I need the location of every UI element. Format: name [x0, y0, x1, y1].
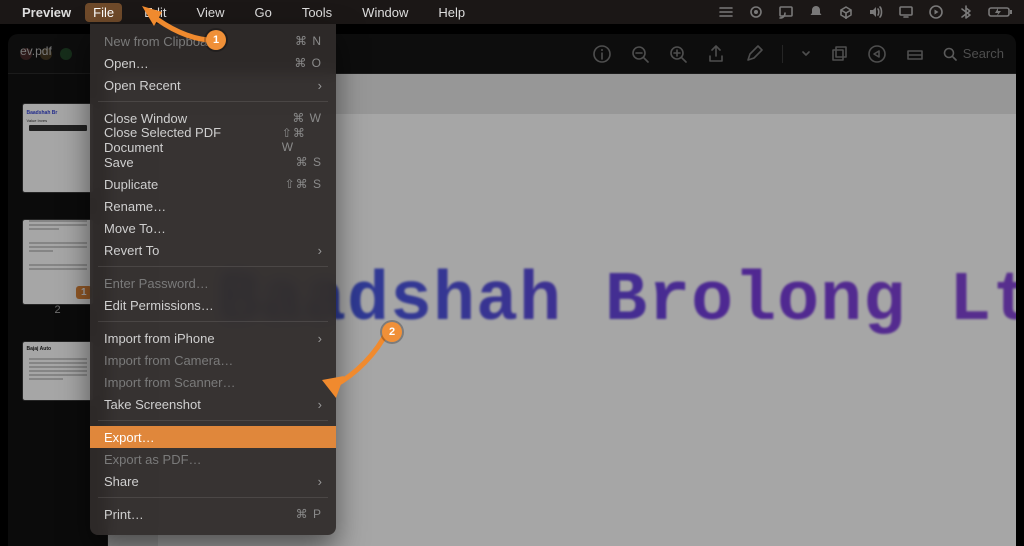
box-icon[interactable]	[838, 5, 854, 19]
menu-go[interactable]: Go	[246, 3, 279, 22]
menu-file[interactable]: File	[85, 3, 122, 22]
notification-icon[interactable]	[808, 5, 824, 19]
menu-item-label: Import from iPhone	[104, 331, 215, 346]
menu-item-label: Save	[104, 155, 134, 170]
search-field[interactable]: Search	[943, 46, 1004, 61]
display-icon[interactable]	[898, 5, 914, 19]
menu-item-move-to[interactable]: Move To…	[90, 217, 336, 239]
menu-separator	[98, 420, 328, 421]
thumb-group-1[interactable]: Baadshah Br Value Inves	[23, 104, 93, 192]
menu-item-import-from-scanner: Import from Scanner…	[90, 371, 336, 393]
annotation-marker-2: 2	[382, 322, 402, 342]
search-icon	[943, 47, 957, 61]
menu-shortcut: ⇧⌘ W	[282, 126, 322, 154]
menu-shortcut: ⌘ N	[295, 34, 322, 48]
menu-item-rename[interactable]: Rename…	[90, 195, 336, 217]
file-menu-dropdown: New from Clipboard⌘ NOpen…⌘ OOpen Recent…	[90, 24, 336, 535]
annotation-marker-1: 1	[206, 30, 226, 50]
menu-item-label: Import from Scanner…	[104, 375, 236, 390]
chevron-right-icon: ›	[318, 243, 322, 258]
menu-item-label: Share	[104, 474, 139, 489]
menu-item-print[interactable]: Print… ⌘ P	[90, 503, 336, 525]
menu-separator	[98, 497, 328, 498]
play-icon[interactable]	[928, 5, 944, 19]
menubar-status-area	[718, 5, 1014, 19]
menu-item-label: Export as PDF…	[104, 452, 202, 467]
menu-item-close-selected-pdf-document[interactable]: Close Selected PDF Document⇧⌘ W	[90, 129, 336, 151]
menu-item-label: Rename…	[104, 199, 166, 214]
menu-shortcut: ⌘ P	[296, 507, 322, 521]
menu-item-duplicate[interactable]: Duplicate ⇧⌘ S	[90, 173, 336, 195]
markup-icon[interactable]	[744, 44, 764, 64]
rotate-icon[interactable]	[829, 44, 849, 64]
menu-item-open-recent[interactable]: Open Recent ›	[90, 74, 336, 96]
menu-item-label: Revert To	[104, 243, 159, 258]
info-icon[interactable]	[592, 44, 612, 64]
page-thumbnail[interactable]: Bajaj Auto	[23, 342, 93, 400]
page-thumbnail[interactable]: Baadshah Br Value Inves	[23, 104, 93, 192]
page-number: 2	[23, 304, 93, 316]
search-placeholder: Search	[963, 46, 1004, 61]
battery-icon[interactable]	[988, 5, 1014, 19]
menu-shortcut: ⌘ W	[292, 111, 322, 125]
menu-item-label: Print…	[104, 507, 144, 522]
menu-shortcut: ⌘ S	[296, 155, 322, 169]
menu-item-revert-to[interactable]: Revert To ›	[90, 239, 336, 261]
window-toolbar: Search	[592, 44, 1004, 64]
menu-help[interactable]: Help	[430, 3, 473, 22]
menu-item-import-from-camera: Import from Camera…	[90, 349, 336, 371]
menu-item-label: Duplicate	[104, 177, 158, 192]
document-filename: ev.pdf	[20, 44, 52, 58]
highlight-icon[interactable]	[867, 44, 887, 64]
crop-icon[interactable]	[905, 44, 925, 64]
menu-item-label: Close Selected PDF Document	[104, 125, 282, 155]
cast-icon[interactable]	[778, 5, 794, 19]
thumb-heading: Bajaj Auto	[23, 342, 93, 356]
bluetooth-icon[interactable]	[958, 5, 974, 19]
share-icon[interactable]	[706, 44, 726, 64]
zoom-out-icon[interactable]	[630, 44, 650, 64]
menu-item-label: Enter Password…	[104, 276, 209, 291]
menu-item-label: Close Window	[104, 111, 187, 126]
zoom-in-icon[interactable]	[668, 44, 688, 64]
thumb-title: Baadshah Br	[23, 104, 93, 118]
menu-separator	[98, 321, 328, 322]
menu-window[interactable]: Window	[354, 3, 416, 22]
thumb-group-2[interactable]: 2	[23, 218, 93, 316]
menu-item-label: Export…	[104, 430, 155, 445]
fullscreen-window-button[interactable]	[60, 48, 72, 60]
menu-shortcut: ⇧⌘ S	[285, 177, 322, 191]
menu-item-label: Import from Camera…	[104, 353, 233, 368]
menu-separator	[98, 266, 328, 267]
menu-item-import-from-iphone[interactable]: Import from iPhone›	[90, 327, 336, 349]
chevron-down-icon[interactable]	[801, 44, 811, 64]
list-icon[interactable]	[718, 5, 734, 19]
app-name[interactable]: Preview	[22, 5, 71, 20]
menu-item-label: Move To…	[104, 221, 166, 236]
menu-separator	[98, 101, 328, 102]
volume-icon[interactable]	[868, 5, 884, 19]
menu-item-export[interactable]: Export…	[90, 426, 336, 448]
menu-item-label: Open…	[104, 56, 149, 71]
menu-item-share[interactable]: Share ›	[90, 470, 336, 492]
menu-item-label: Open Recent	[104, 78, 181, 93]
chevron-right-icon: ›	[318, 474, 322, 489]
thumb-group-3[interactable]: Bajaj Auto	[23, 342, 93, 400]
menu-tools[interactable]: Tools	[294, 3, 340, 22]
menu-item-edit-permissions[interactable]: Edit Permissions…	[90, 294, 336, 316]
menu-item-enter-password: Enter Password…	[90, 272, 336, 294]
menu-item-take-screenshot[interactable]: Take Screenshot›	[90, 393, 336, 415]
record-icon[interactable]	[748, 5, 764, 19]
menu-item-label: Take Screenshot	[104, 397, 201, 412]
menu-shortcut: ⌘ O	[294, 56, 322, 70]
menu-item-export-as-pdf: Export as PDF…	[90, 448, 336, 470]
chevron-right-icon: ›	[318, 78, 322, 93]
menu-item-label: Edit Permissions…	[104, 298, 214, 313]
toolbar-divider	[782, 45, 783, 63]
